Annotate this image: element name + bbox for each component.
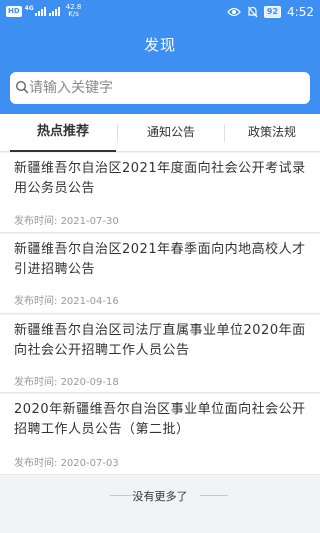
no-more-text: 没有更多了 <box>132 490 188 503</box>
app-header: HD 4G 42.8 K/s 92 4:52 发现 <box>0 0 320 114</box>
date-value: 2021-07-30 <box>60 216 119 227</box>
date-label: 发布时间: <box>14 216 58 227</box>
article-title-line: 新疆维吾尔自治区司法厅直属事业单位2020年面 <box>14 323 306 338</box>
mute-bell-icon <box>247 6 258 18</box>
search-input[interactable] <box>29 78 299 98</box>
signal-icon-2 <box>48 6 60 16</box>
list-end-indicator: 没有更多了 <box>0 481 320 511</box>
date-value: 2021-04-16 <box>60 296 119 307</box>
publish-date: 发布时间: 2020-09-18 <box>14 373 119 388</box>
list-item[interactable]: 2020年新疆维吾尔自治区事业单位面向社会公开 招聘工作人员公告（第二批） 发布… <box>0 394 320 475</box>
search-bar[interactable] <box>10 72 310 104</box>
tab-notices[interactable]: 通知公告 <box>118 114 224 152</box>
eye-icon <box>227 7 241 17</box>
article-title: 新疆维吾尔自治区2021年春季面向内地高校人才 引进招聘公告 <box>14 240 314 280</box>
clock: 4:52 <box>287 5 314 19</box>
date-label: 发布时间: <box>14 296 58 307</box>
net-speed-unit: K/s <box>68 10 79 18</box>
list-item[interactable]: 新疆维吾尔自治区2021年度面向社会公开考试录 用公务员公告 发布时间: 202… <box>0 153 320 233</box>
status-bar: HD 4G 42.8 K/s 92 4:52 <box>0 0 320 24</box>
article-title: 新疆维吾尔自治区司法厅直属事业单位2020年面 向社会公开招聘工作人员公告 <box>14 321 314 361</box>
article-title-line: 用公务员公告 <box>14 181 96 196</box>
date-label: 发布时间: <box>14 458 58 469</box>
article-title-line: 引进招聘公告 <box>14 262 96 277</box>
hd-badge: HD <box>6 5 22 17</box>
date-value: 2020-09-18 <box>60 377 119 388</box>
signal-icon <box>34 6 46 16</box>
search-icon <box>15 80 29 94</box>
publish-date: 发布时间: 2020-07-03 <box>14 454 119 469</box>
net-speed: 42.8 K/s <box>66 4 82 18</box>
divider <box>200 495 228 496</box>
article-title-line: 新疆维吾尔自治区2021年度面向社会公开考试录 <box>14 161 306 176</box>
article-title-line: 新疆维吾尔自治区2021年春季面向内地高校人才 <box>14 242 306 257</box>
article-title-line: 2020年新疆维吾尔自治区事业单位面向社会公开 <box>14 402 306 417</box>
tab-policies[interactable]: 政策法规 <box>222 114 320 152</box>
article-title: 新疆维吾尔自治区2021年度面向社会公开考试录 用公务员公告 <box>14 159 314 199</box>
tab-hot-recommend[interactable]: 热点推荐 <box>10 114 116 152</box>
battery-icon: 92 <box>263 6 282 18</box>
list-item[interactable]: 新疆维吾尔自治区2021年春季面向内地高校人才 引进招聘公告 发布时间: 202… <box>0 234 320 314</box>
page-title: 发现 <box>143 36 176 54</box>
article-title-line: 向社会公开招聘工作人员公告 <box>14 343 190 358</box>
article-title: 2020年新疆维吾尔自治区事业单位面向社会公开 招聘工作人员公告（第二批） <box>14 400 314 440</box>
date-label: 发布时间: <box>14 377 58 388</box>
date-value: 2020-07-03 <box>60 458 119 469</box>
network-type-label: 4G <box>24 5 34 12</box>
active-tab-indicator <box>10 150 116 152</box>
article-title-line: 招聘工作人员公告（第二批） <box>14 422 190 437</box>
publish-date: 发布时间: 2021-07-30 <box>14 212 119 227</box>
publish-date: 发布时间: 2021-04-16 <box>14 292 119 307</box>
list-item[interactable]: 新疆维吾尔自治区司法厅直属事业单位2020年面 向社会公开招聘工作人员公告 发布… <box>0 315 320 393</box>
tab-bar: 热点推荐 通知公告 政策法规 <box>0 114 320 152</box>
